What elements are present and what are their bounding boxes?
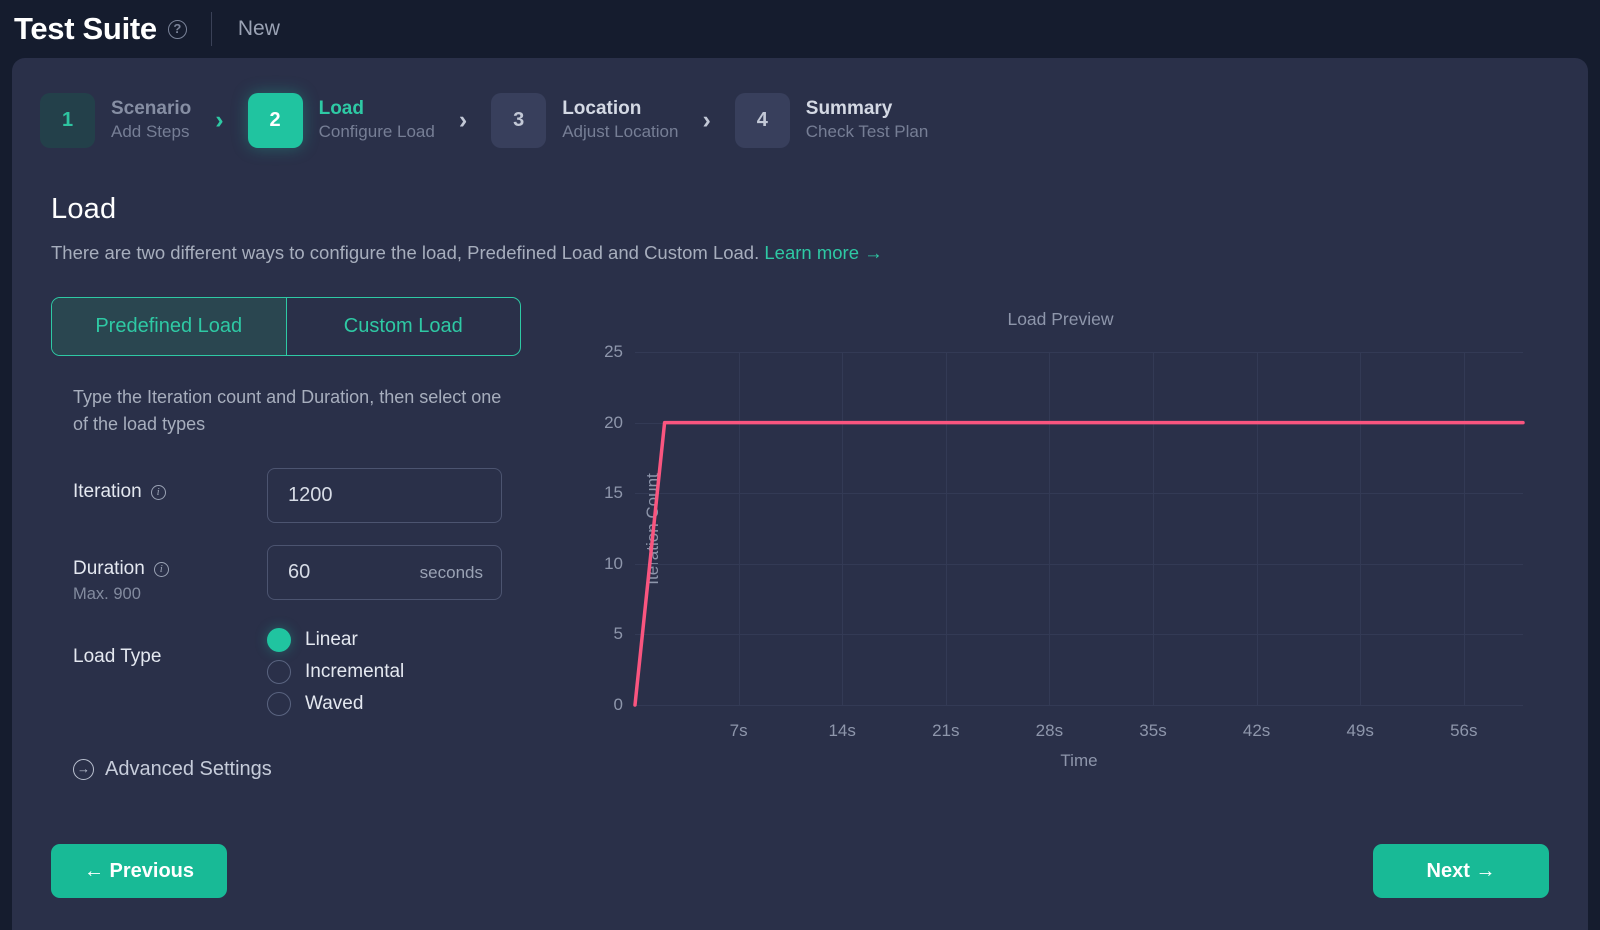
- radio-dot-waved: [267, 692, 291, 716]
- header-divider: [211, 12, 212, 46]
- radio-label-waved: Waved: [305, 693, 363, 715]
- load-type-radio-group: Linear Incremental Waved: [267, 626, 404, 724]
- advanced-settings-label: Advanced Settings: [105, 758, 272, 781]
- radio-dot-incremental: [267, 660, 291, 684]
- step-title-scenario: Scenario: [111, 97, 191, 121]
- top-header-bar: Test Suite ? New: [0, 0, 1600, 58]
- main-card: 1 Scenario Add Steps › 2 Load Configure …: [12, 58, 1588, 930]
- iteration-input[interactable]: 1200: [267, 468, 502, 523]
- radio-linear[interactable]: Linear: [267, 628, 404, 652]
- duration-label: Duration: [73, 558, 145, 580]
- tab-predefined-load[interactable]: Predefined Load: [52, 298, 286, 355]
- load-type-label: Load Type: [73, 646, 267, 668]
- info-icon[interactable]: i: [154, 562, 169, 577]
- chart-x-tick-label: 35s: [1139, 721, 1166, 741]
- chart-y-tick-label: 15: [604, 483, 623, 503]
- load-mode-tabs: Predefined Load Custom Load: [51, 297, 521, 356]
- chart-x-tick-label: 49s: [1346, 721, 1373, 741]
- duration-input-value: 60: [268, 561, 310, 584]
- step-subtitle-summary: Check Test Plan: [806, 121, 929, 144]
- chart-gridline-h: [635, 705, 1523, 706]
- chart-x-tick-label: 7s: [730, 721, 748, 741]
- step-badge-2: 2: [248, 93, 303, 148]
- app-title: Test Suite: [14, 11, 157, 47]
- stepper: 1 Scenario Add Steps › 2 Load Configure …: [12, 58, 1588, 148]
- duration-unit-label: seconds: [420, 563, 483, 583]
- step-badge-3: 3: [491, 93, 546, 148]
- next-button[interactable]: Next →: [1373, 844, 1549, 898]
- load-type-row: Load Type Linear Incremental: [73, 626, 531, 724]
- iteration-label-group: Iteration i: [73, 481, 267, 503]
- iteration-row: Iteration i 1200: [73, 468, 531, 523]
- step-subtitle-scenario: Add Steps: [111, 121, 191, 144]
- step-title-summary: Summary: [806, 97, 929, 121]
- section-header: Load There are two different ways to con…: [12, 148, 1588, 264]
- chart-line-series: [635, 423, 1523, 705]
- duration-max-hint: Max. 900: [73, 585, 267, 604]
- chart-title: Load Preview: [533, 309, 1588, 330]
- step-title-location: Location: [562, 97, 678, 121]
- load-form: Iteration i 1200 Duration i: [73, 468, 531, 724]
- form-hint: Type the Iteration count and Duration, t…: [73, 384, 513, 438]
- section-description-text: There are two different ways to configur…: [51, 242, 759, 263]
- iteration-label: Iteration: [73, 481, 142, 503]
- tab-custom-load[interactable]: Custom Load: [286, 298, 521, 355]
- chart-y-tick-label: 20: [604, 413, 623, 433]
- content-row: Predefined Load Custom Load Type the Ite…: [12, 264, 1588, 781]
- question-mark-icon[interactable]: ?: [168, 20, 187, 39]
- chart-series-layer: [635, 352, 1523, 705]
- page-title: Load: [51, 193, 1588, 226]
- previous-button[interactable]: ← Previous: [51, 844, 227, 898]
- step-location[interactable]: 3 Location Adjust Location: [491, 93, 678, 148]
- chart-x-tick-label: 56s: [1450, 721, 1477, 741]
- radio-label-linear: Linear: [305, 629, 358, 651]
- step-title-load: Load: [319, 97, 435, 121]
- duration-row: Duration i Max. 900 60 seconds: [73, 545, 531, 604]
- advanced-settings-button[interactable]: → Advanced Settings: [73, 758, 531, 781]
- chart-y-tick-label: 10: [604, 554, 623, 574]
- step-badge-4: 4: [735, 93, 790, 148]
- step-summary[interactable]: 4 Summary Check Test Plan: [735, 93, 929, 148]
- radio-waved[interactable]: Waved: [267, 692, 404, 716]
- step-subtitle-load: Configure Load: [319, 121, 435, 144]
- circle-arrow-right-icon: →: [73, 759, 94, 780]
- step-scenario[interactable]: 1 Scenario Add Steps: [40, 93, 191, 148]
- chart-y-tick-label: 5: [614, 624, 623, 644]
- chart-x-tick-label: 21s: [932, 721, 959, 741]
- chart-x-tick-label: 14s: [828, 721, 855, 741]
- step-separator-icon: ›: [702, 106, 710, 135]
- radio-label-incremental: Incremental: [305, 661, 404, 683]
- duration-input[interactable]: 60 seconds: [267, 545, 502, 600]
- breadcrumb: New: [238, 17, 280, 41]
- learn-more-link[interactable]: Learn more →: [764, 242, 882, 263]
- step-badge-1: 1: [40, 93, 95, 148]
- section-description: There are two different ways to configur…: [51, 242, 1588, 264]
- iteration-input-value: 1200: [268, 484, 333, 507]
- chart-y-tick-label: 25: [604, 342, 623, 362]
- step-subtitle-location: Adjust Location: [562, 121, 678, 144]
- chart-plot-area: Iteration Count Time 05101520257s14s21s2…: [635, 352, 1523, 705]
- info-icon[interactable]: i: [151, 485, 166, 500]
- chart-x-tick-label: 28s: [1036, 721, 1063, 741]
- load-config-panel: Predefined Load Custom Load Type the Ite…: [51, 297, 531, 781]
- load-preview-panel: Load Preview Iteration Count Time 051015…: [531, 297, 1588, 781]
- radio-incremental[interactable]: Incremental: [267, 660, 404, 684]
- step-separator-icon: ›: [459, 106, 467, 135]
- chart-x-axis-label: Time: [1060, 751, 1097, 771]
- step-load[interactable]: 2 Load Configure Load: [248, 93, 435, 148]
- wizard-footer: ← Previous Next →: [12, 844, 1588, 898]
- duration-label-group: Duration i: [73, 558, 267, 580]
- step-separator-icon: ›: [215, 106, 223, 135]
- radio-dot-linear: [267, 628, 291, 652]
- chart-x-tick-label: 42s: [1243, 721, 1270, 741]
- load-preview-chart: Iteration Count Time 05101520257s14s21s2…: [573, 338, 1523, 718]
- chart-y-tick-label: 0: [614, 695, 623, 715]
